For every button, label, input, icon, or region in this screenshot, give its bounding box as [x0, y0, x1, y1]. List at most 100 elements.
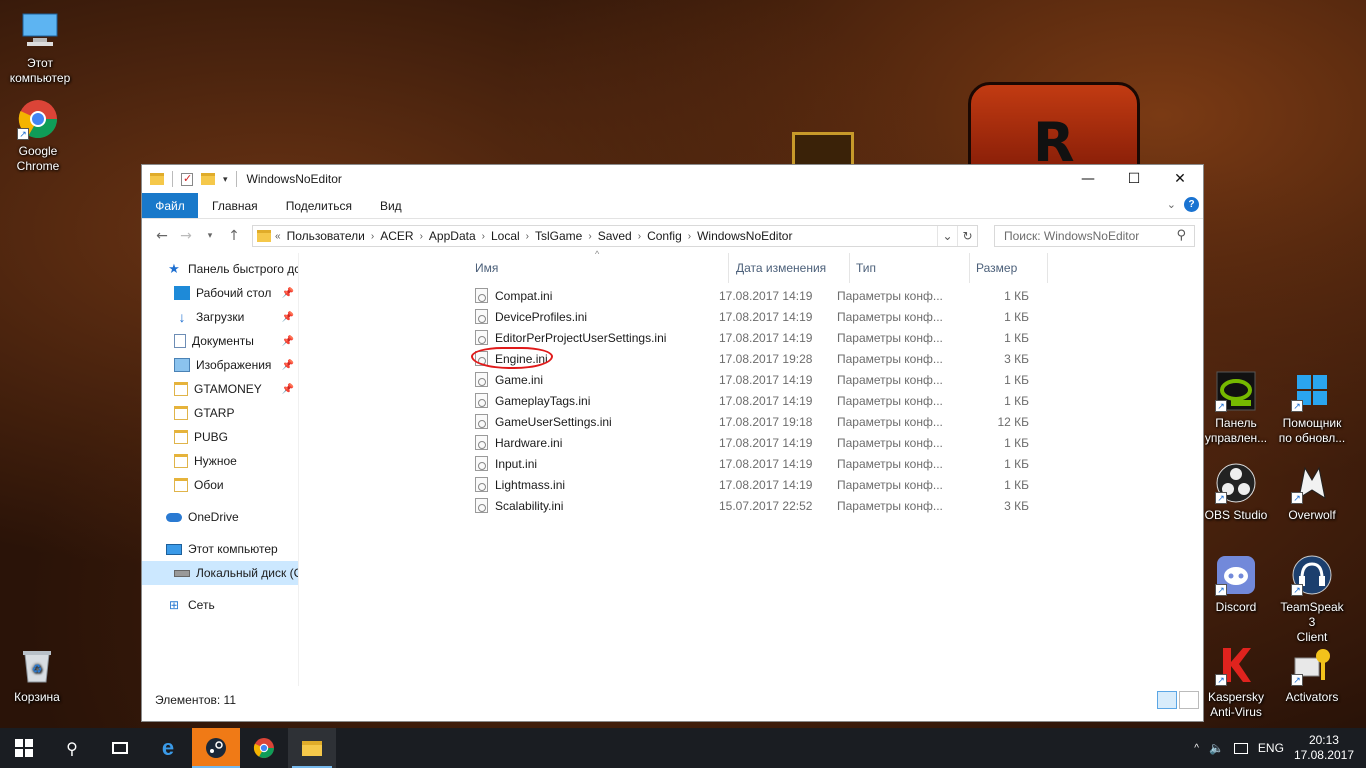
- large-icons-view-button[interactable]: [1179, 691, 1199, 709]
- recent-locations-button[interactable]: ▾: [200, 231, 220, 241]
- nav-item-documents[interactable]: Документы 📌: [142, 329, 298, 353]
- breadcrumb-item[interactable]: Saved: [598, 229, 632, 243]
- address-bar[interactable]: « Пользователи › ACER › AppData › Local › Ts…: [252, 225, 978, 247]
- task-view-button[interactable]: [96, 728, 144, 768]
- taskbar-internet-explorer[interactable]: e: [144, 728, 192, 768]
- forward-button[interactable]: →: [176, 228, 196, 244]
- desktop-icon-this-pc[interactable]: Этот компьютер: [4, 10, 76, 86]
- nav-item-gtarp[interactable]: GTARP: [142, 401, 298, 425]
- refresh-button[interactable]: ↻: [957, 226, 977, 246]
- table-row[interactable]: Engine.ini 17.08.2017 19:28 Параметры конф…: [299, 347, 1203, 369]
- clock[interactable]: 20:13 17.08.2017: [1294, 733, 1354, 763]
- cloud-icon: [166, 512, 182, 522]
- desktop-icon-update-assistant[interactable]: ↗ Помощник по обновл...: [1276, 370, 1348, 446]
- file-type: Параметры конф...: [837, 477, 943, 492]
- address-dropdown-button[interactable]: ⌄: [937, 226, 957, 246]
- show-hidden-icons[interactable]: ^: [1194, 743, 1199, 754]
- nav-item-downloads[interactable]: ↓ Загрузки 📌: [142, 305, 298, 329]
- breadcrumb-item[interactable]: TslGame: [535, 229, 582, 243]
- new-folder-icon[interactable]: [201, 173, 215, 185]
- table-row[interactable]: DeviceProfiles.ini 17.08.2017 14:19 Параме…: [299, 306, 1203, 327]
- table-row[interactable]: Scalability.ini 15.07.2017 22:52 Параметры…: [299, 495, 1203, 516]
- nav-item-desktop[interactable]: Рабочий стол 📌: [142, 281, 298, 305]
- language-indicator[interactable]: ENG: [1258, 741, 1284, 755]
- file-size: 1 КБ: [1004, 330, 1029, 345]
- taskbar-chrome[interactable]: [240, 728, 288, 768]
- table-row[interactable]: GameUserSettings.ini 17.08.2017 19:18 Пара…: [299, 411, 1203, 432]
- column-name[interactable]: Имя: [469, 253, 729, 283]
- file-explorer-icon: [302, 740, 322, 756]
- volume-icon[interactable]: 🔈: [1209, 741, 1224, 755]
- item-count: Элементов: 11: [155, 693, 236, 707]
- customize-toolbar-icon[interactable]: ▾: [223, 174, 228, 185]
- help-icon[interactable]: ?: [1184, 197, 1199, 212]
- tab-file[interactable]: Файл: [142, 193, 198, 218]
- breadcrumb-item[interactable]: Local: [491, 229, 520, 243]
- table-row[interactable]: EditorPerProjectUserSettings.ini 17.08.20…: [299, 327, 1203, 348]
- table-row[interactable]: Compat.ini 17.08.2017 14:19 Параметры конф…: [299, 285, 1203, 306]
- column-size[interactable]: Размер: [970, 253, 1048, 283]
- folder-icon: [174, 406, 188, 420]
- internet-explorer-icon: e: [161, 735, 175, 760]
- maximize-button[interactable]: ☐: [1111, 165, 1157, 193]
- start-button[interactable]: [0, 728, 48, 768]
- kaspersky-icon: ↗: [1215, 644, 1257, 686]
- desktop-icon-nvidia[interactable]: ↗ Панель управлен...: [1200, 370, 1272, 446]
- table-row[interactable]: Hardware.ini 17.08.2017 14:19 Параметры ко…: [299, 432, 1203, 453]
- taskbar-file-explorer[interactable]: [288, 728, 336, 768]
- search-button[interactable]: ⚲: [48, 728, 96, 768]
- clock-time: 20:13: [1308, 733, 1339, 747]
- file-size: 3 КБ: [1004, 351, 1029, 366]
- desktop-icon-chrome[interactable]: ↗ Google Chrome: [2, 98, 74, 174]
- breadcrumb-item[interactable]: Пользователи: [287, 229, 365, 243]
- nav-onedrive[interactable]: OneDrive: [142, 505, 298, 529]
- breadcrumb-item[interactable]: WindowsNoEditor: [697, 229, 792, 243]
- nav-quick-access[interactable]: ★ Панель быстрого дс: [142, 257, 298, 281]
- breadcrumb-item[interactable]: AppData: [429, 229, 476, 243]
- tab-home[interactable]: Главная: [198, 193, 272, 218]
- nav-item-gtamoney[interactable]: GTAMONEY 📌: [142, 377, 298, 401]
- key-icon: ↗: [1291, 644, 1333, 686]
- breadcrumb-item[interactable]: ACER: [380, 229, 413, 243]
- nav-this-pc[interactable]: Этот компьютер: [142, 537, 298, 561]
- system-tray: ^ 🔈 ENG 20:13 17.08.2017: [1194, 728, 1354, 768]
- desktop-icon-recycle-bin[interactable]: ♻ Корзина: [1, 644, 73, 705]
- file-size: 1 КБ: [1004, 309, 1029, 324]
- close-button[interactable]: ✕: [1157, 165, 1203, 193]
- nav-network[interactable]: ⊞ Сеть: [142, 593, 298, 617]
- nav-item-pictures[interactable]: Изображения 📌: [142, 353, 298, 377]
- desktop-icon-discord[interactable]: ↗ Discord: [1200, 554, 1272, 615]
- breadcrumb-overflow[interactable]: «: [275, 231, 281, 242]
- notifications-icon[interactable]: [1233, 742, 1248, 754]
- explorer-window: ▾ WindowsNoEditor — ☐ ✕ Файл Главная Под…: [141, 164, 1204, 722]
- tab-view[interactable]: Вид: [366, 193, 416, 218]
- details-view-button[interactable]: [1157, 691, 1177, 709]
- desktop-icon-kaspersky[interactable]: ↗ Kaspersky Anti-Virus: [1200, 644, 1272, 720]
- nav-local-disk[interactable]: Локальный диск (C: [142, 561, 298, 585]
- up-button[interactable]: ↑: [224, 228, 244, 244]
- column-type[interactable]: Тип: [850, 253, 970, 283]
- table-row[interactable]: Lightmass.ini 17.08.2017 14:19 Параметры к…: [299, 474, 1203, 495]
- taskbar-steam[interactable]: [192, 728, 240, 768]
- nav-item-wallpapers[interactable]: Обои: [142, 473, 298, 497]
- search-input[interactable]: Поиск: WindowsNoEditor ⚲: [994, 225, 1195, 247]
- breadcrumb-item[interactable]: Config: [647, 229, 682, 243]
- desktop-icon-activators[interactable]: ↗ Activators: [1276, 644, 1348, 705]
- tab-share[interactable]: Поделиться: [272, 193, 366, 218]
- nav-item-pubg[interactable]: PUBG: [142, 425, 298, 449]
- minimize-button[interactable]: —: [1065, 165, 1111, 193]
- title-bar[interactable]: ▾ WindowsNoEditor — ☐ ✕: [142, 165, 1203, 193]
- nav-item-needed[interactable]: Нужное: [142, 449, 298, 473]
- table-row[interactable]: GameplayTags.ini 17.08.2017 14:19 Параметр…: [299, 390, 1203, 411]
- ini-file-icon: [475, 393, 488, 408]
- desktop-icon-overwolf[interactable]: ↗ Overwolf: [1276, 462, 1348, 523]
- desktop-icon-teamspeak[interactable]: ↗ TeamSpeak 3 Client: [1276, 554, 1348, 645]
- table-row[interactable]: Game.ini 17.08.2017 14:19 Параметры конф..…: [299, 369, 1203, 390]
- desktop-icon-obs[interactable]: ↗ OBS Studio: [1200, 462, 1272, 523]
- column-date[interactable]: Дата изменения: [730, 253, 850, 283]
- file-date: 17.08.2017 19:18: [719, 414, 813, 429]
- table-row[interactable]: Input.ini 17.08.2017 14:19 Параметры конф.…: [299, 453, 1203, 474]
- properties-icon[interactable]: [181, 172, 193, 186]
- back-button[interactable]: ←: [152, 228, 172, 244]
- expand-ribbon-icon[interactable]: ⌄: [1167, 198, 1176, 211]
